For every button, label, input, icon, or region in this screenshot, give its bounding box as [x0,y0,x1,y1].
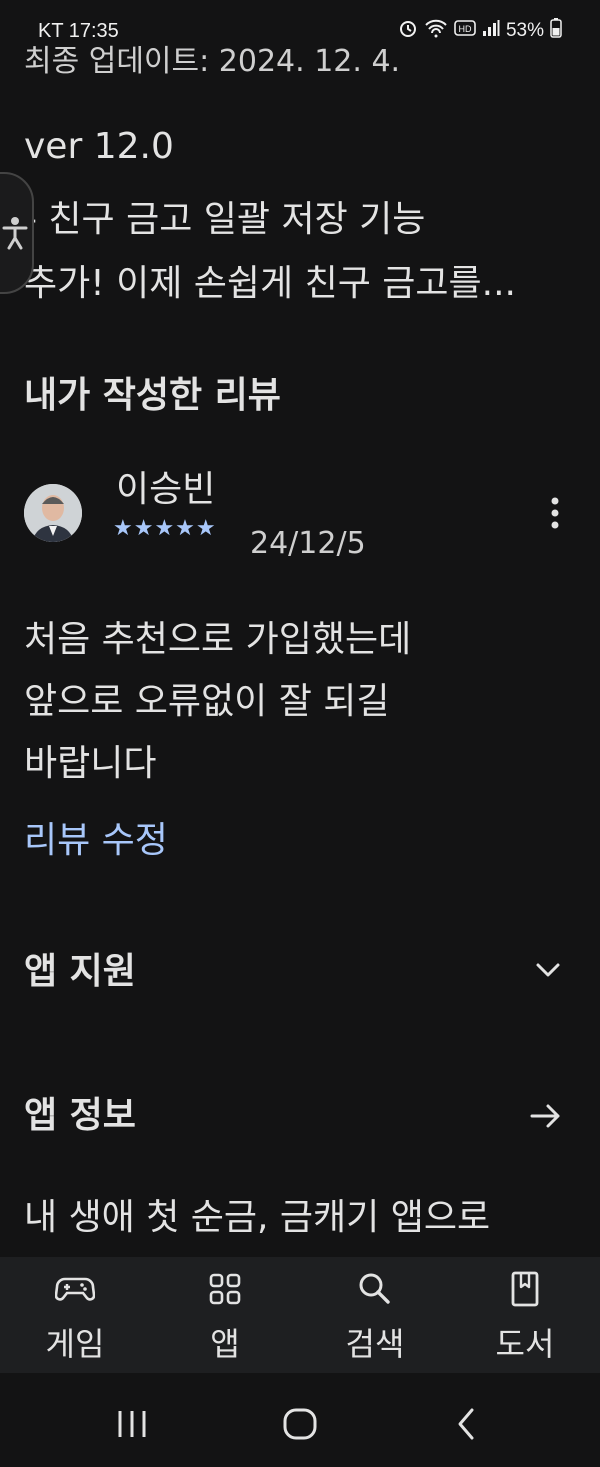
accessibility-button[interactable] [0,172,34,294]
more-vert-icon [551,497,559,529]
nav-books[interactable]: 도서 [450,1257,600,1365]
avatar [24,484,82,542]
system-navigation-bar [0,1373,600,1467]
back-button[interactable] [452,1407,482,1441]
status-bar: KT 17:35 HD 53% [0,0,600,64]
app-info-title: 앱 정보 [24,1095,136,1136]
apps-grid-icon [209,1273,241,1305]
app-support-title: 앱 지원 [24,951,136,992]
edit-review-link[interactable]: 리뷰 수정 [24,811,168,863]
svg-text:HD: HD [458,24,471,34]
home-button[interactable] [280,1407,320,1441]
app-description: 내 생애 첫 순금, 금캐기 앱으로 [24,1197,491,1238]
chevron-down-icon [528,950,568,990]
gamepad-icon [55,1277,95,1301]
back-icon [458,1408,474,1440]
nav-games[interactable]: 게임 [0,1257,150,1365]
version-text: ver 12.0 [24,126,174,167]
recent-apps-icon [118,1411,146,1437]
app-info-row[interactable]: 앱 정보 [0,1064,600,1164]
nav-books-label: 도서 [495,1325,555,1363]
signal-icon [482,19,500,43]
status-icons: HD 53% [398,18,562,44]
app-support-row[interactable]: 앱 지원 [0,920,600,1020]
nav-games-label: 게임 [45,1325,105,1363]
accessibility-icon [2,216,28,254]
review-date: 24/12/5 [250,526,366,561]
my-review-title: 내가 작성한 리뷰 [24,375,281,416]
book-icon [511,1271,539,1307]
nav-search[interactable]: 검색 [300,1257,450,1365]
wifi-icon [424,18,448,44]
battery-icon [550,18,562,44]
whats-new-line-2: 추가! 이제 손쉽게 친구 금고를... [24,263,516,304]
rating-stars: ★★★★★ [113,516,217,541]
nav-apps-label: 앱 [210,1325,240,1363]
carrier-time: KT 17:35 [38,20,119,42]
arrow-forward-icon [526,1096,566,1136]
review-text-line-3: 바랍니다 [24,743,157,784]
bottom-navigation: 게임 앱 검색 도서 [0,1257,600,1373]
battery-percent: 53% [505,20,544,41]
home-icon [283,1408,317,1440]
whats-new-line-1: - 친구 금고 일괄 저장 기능 [24,199,426,240]
recent-apps-button[interactable] [112,1409,152,1439]
reviewer-name: 이승빈 [116,469,216,510]
alarm-icon [398,18,418,44]
search-icon [359,1273,390,1304]
nav-search-label: 검색 [345,1325,405,1363]
more-options-button[interactable] [541,494,569,534]
review-text-line-2: 앞으로 오류없이 잘 되길 [24,681,390,722]
nav-apps[interactable]: 앱 [150,1257,300,1365]
hd-icon: HD [454,19,476,43]
review-text-line-1: 처음 추천으로 가입했는데 [24,619,412,660]
